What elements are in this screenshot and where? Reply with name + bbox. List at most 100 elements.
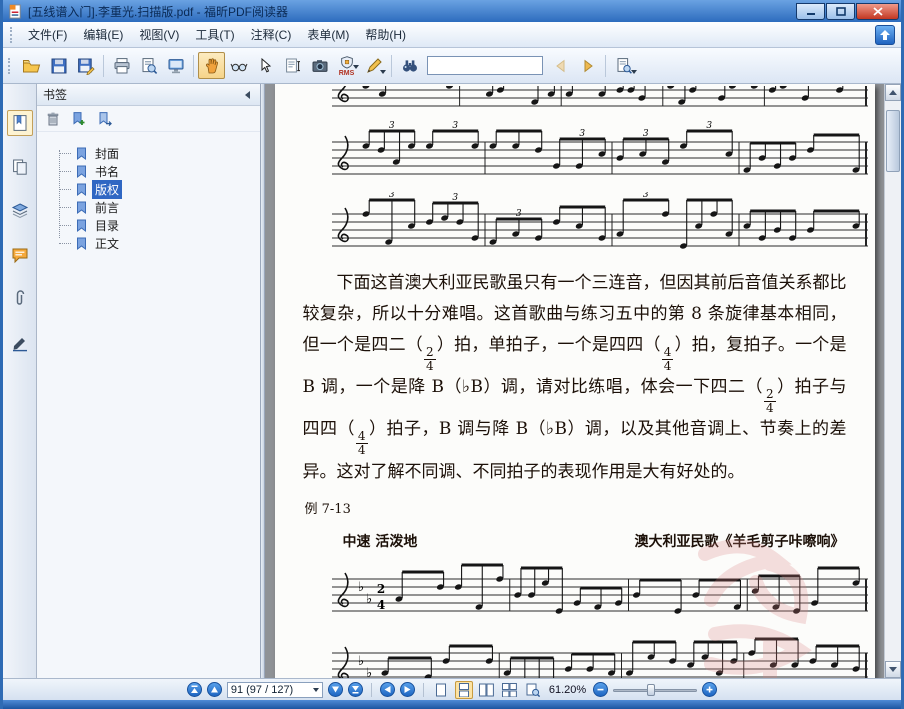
single-page-layout-button[interactable] [432, 681, 450, 699]
menu-tools[interactable]: 工具(T) [187, 22, 242, 47]
next-page-icon [331, 686, 339, 693]
pages-panel-button[interactable] [7, 154, 33, 180]
rms-protect-button[interactable]: RMS [333, 52, 360, 79]
scroll-up-button[interactable] [885, 84, 901, 101]
page-magnifier-icon [617, 57, 632, 74]
zoom-slider[interactable] [613, 683, 698, 697]
last-page-button[interactable] [347, 682, 363, 697]
svg-text:3: 3 [388, 121, 394, 131]
bookmarks-panel-button[interactable] [6, 110, 33, 136]
app-window: [五线谱入门].李重光.扫描版.pdf - 福昕PDF阅读器 文件(F) 编辑(… [0, 0, 904, 709]
save-button[interactable] [45, 52, 72, 79]
text-select-button[interactable] [279, 52, 306, 79]
view-options-caret [631, 70, 637, 74]
find-previous-button[interactable] [547, 52, 574, 79]
expand-bookmark-button[interactable] [97, 111, 113, 127]
toolbar-separator [193, 54, 194, 77]
menu-forms[interactable]: 表单(M) [299, 22, 357, 47]
bookmark-item-body[interactable]: 正文 [53, 234, 260, 252]
next-view-icon [404, 686, 411, 693]
svg-text:3: 3 [452, 193, 458, 203]
close-button[interactable] [856, 2, 899, 20]
bookmark-item-title[interactable]: 书名 [53, 162, 260, 180]
collapse-panel-button[interactable] [242, 89, 254, 101]
toolbar-separator [605, 54, 606, 77]
layers-panel-button[interactable] [7, 198, 33, 224]
bookmark-icon [77, 165, 86, 178]
bookmark-item-cover[interactable]: 封面 [53, 144, 260, 162]
snapshot-button[interactable] [306, 52, 333, 79]
bookmark-icon [77, 201, 86, 214]
select-tool-button[interactable] [252, 52, 279, 79]
svg-text:2: 2 [376, 582, 384, 596]
app-icon [9, 3, 21, 19]
menu-file[interactable]: 文件(F) [20, 22, 75, 47]
minimize-button[interactable] [796, 2, 825, 20]
scrollbar-thumb[interactable] [886, 110, 900, 172]
music-staff-2: 3 3 3 3 3 [330, 120, 869, 184]
menu-bar: 文件(F) 编辑(E) 视图(V) 工具(T) 注释(C) 表单(M) 帮助(H… [3, 22, 901, 48]
facing-layout-button[interactable] [478, 681, 496, 699]
toolbar-separator [391, 54, 392, 77]
comments-panel-icon [12, 248, 27, 264]
hand-tool-button[interactable] [198, 52, 225, 79]
highlight-tool-button[interactable] [360, 52, 387, 79]
bookmark-item-contents[interactable]: 目录 [53, 216, 260, 234]
first-page-button[interactable] [186, 682, 202, 697]
zoom-tool-button[interactable] [225, 52, 252, 79]
next-page-button[interactable] [327, 682, 343, 697]
single-page-icon [435, 683, 446, 696]
svg-text:♭: ♭ [366, 666, 372, 678]
view-options-button[interactable] [610, 52, 637, 79]
signature-panel-button[interactable] [7, 330, 33, 356]
svg-text:3: 3 [388, 192, 394, 200]
continuous-facing-layout-button[interactable] [501, 681, 519, 699]
previous-view-button[interactable] [379, 682, 395, 697]
bookmark-icon [77, 237, 86, 250]
next-view-button[interactable] [399, 682, 415, 697]
tempo-marking: 中速 活泼地 [342, 533, 418, 550]
continuous-layout-button[interactable] [454, 680, 473, 699]
find-button[interactable] [396, 52, 423, 79]
zoom-level-label: 61.20% [548, 683, 587, 696]
menu-help[interactable]: 帮助(H) [357, 22, 414, 47]
find-next-button[interactable] [574, 52, 601, 79]
attachments-panel-button[interactable] [7, 286, 33, 312]
menu-view[interactable]: 视图(V) [131, 22, 187, 47]
music-staff-3: 3 3 3 3 [330, 192, 869, 256]
scroll-down-button[interactable] [885, 661, 901, 678]
paragraph-text: 下面这首澳大利亚民歌虽只有一个三连音，但因其前后音值关系都比较复杂，所以十分难唱… [302, 273, 847, 482]
previous-page-button[interactable] [206, 682, 222, 697]
first-page-icon [190, 685, 198, 693]
open-button[interactable] [18, 52, 45, 79]
add-bookmark-button[interactable] [71, 111, 87, 127]
print-preview-button[interactable] [135, 52, 162, 79]
svg-text:3: 3 [579, 129, 585, 139]
status-separator [370, 682, 372, 697]
music-staff-1 [330, 86, 869, 112]
delete-bookmark-button[interactable] [45, 111, 61, 127]
navigation-panel-strip [3, 84, 37, 678]
bookmark-item-copyright[interactable]: 版权 [53, 179, 260, 199]
search-input[interactable] [427, 56, 543, 75]
print-button[interactable] [108, 52, 135, 79]
fullscreen-button[interactable] [162, 52, 189, 79]
page-number-box[interactable]: 91 (97 / 127) [226, 681, 323, 698]
zoom-out-button[interactable] [593, 682, 609, 697]
marquee-zoom-button[interactable] [524, 681, 542, 699]
upgrade-icon [880, 29, 890, 40]
save-as-button[interactable] [72, 52, 99, 79]
bookmark-item-preface[interactable]: 前言 [53, 198, 260, 216]
eyeglasses-icon [230, 63, 247, 71]
scroll-up-icon [889, 90, 897, 95]
comments-panel-button[interactable] [7, 242, 33, 268]
svg-text:3: 3 [706, 121, 712, 131]
menu-comments[interactable]: 注释(C) [243, 22, 300, 47]
maximize-button[interactable] [826, 2, 855, 20]
zoom-in-button[interactable] [702, 682, 718, 697]
marquee-zoom-icon [526, 683, 540, 697]
upgrade-button[interactable] [875, 24, 895, 45]
page-display: 91 (97 / 127) [230, 683, 294, 696]
menu-edit[interactable]: 编辑(E) [75, 22, 131, 47]
zoom-slider-thumb[interactable] [647, 683, 656, 696]
